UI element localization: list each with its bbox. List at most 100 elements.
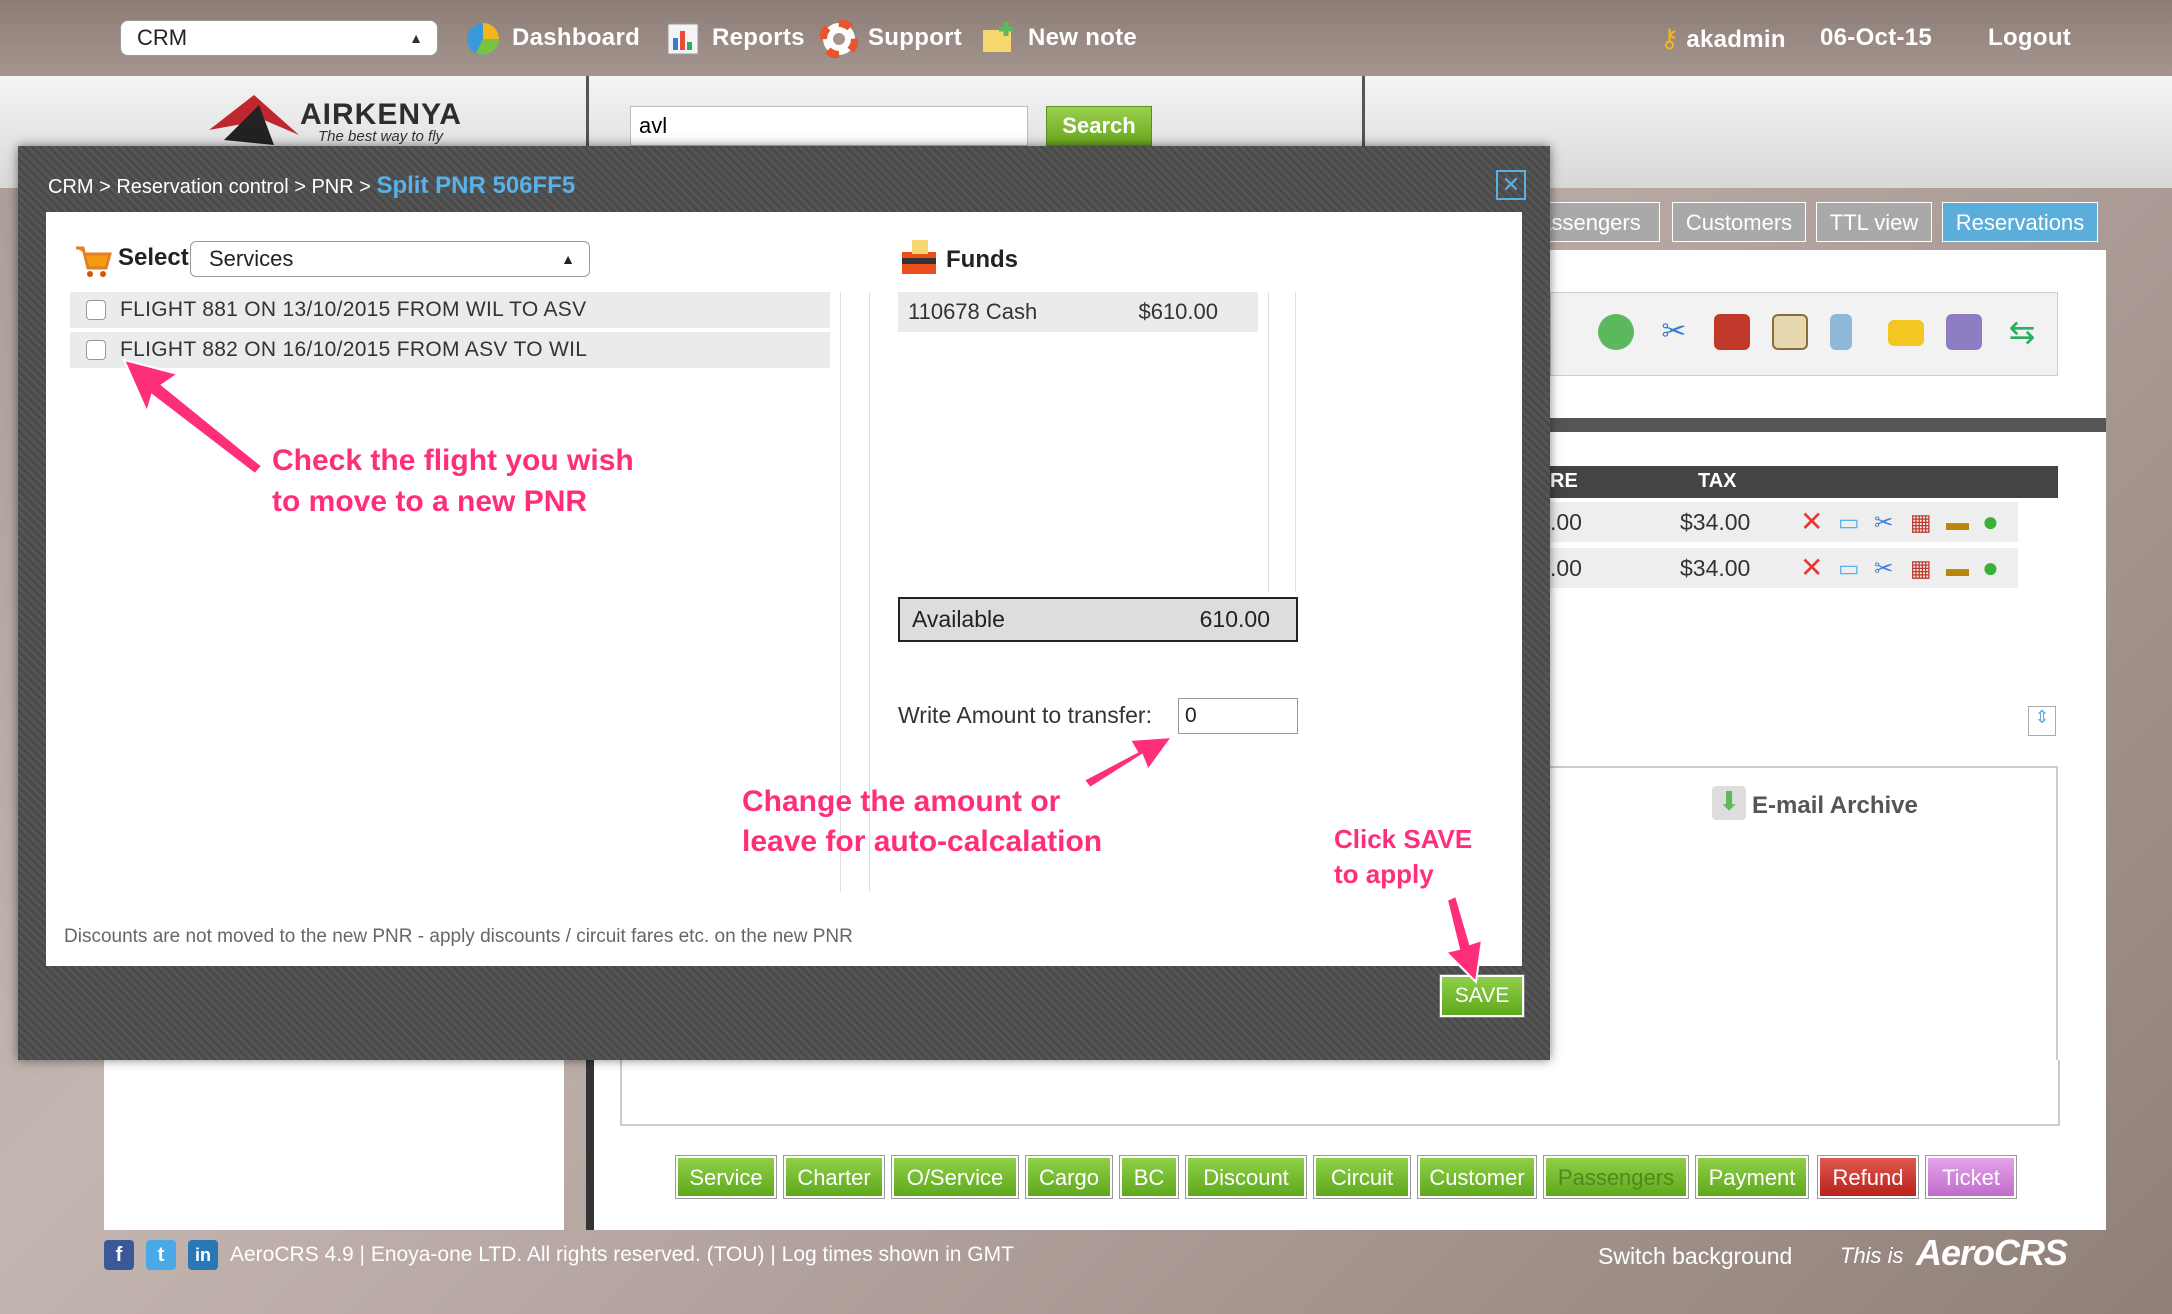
airline-logo-icon	[209, 95, 299, 145]
nav-new-note[interactable]: New note	[980, 18, 1137, 58]
key-icon: ⚷	[1660, 23, 1680, 53]
twitter-icon[interactable]: t	[146, 1240, 176, 1270]
bc-button[interactable]: BC	[1120, 1156, 1178, 1198]
scissors-icon[interactable]: ✂	[1656, 314, 1692, 350]
flight-checkbox[interactable]	[86, 300, 106, 320]
switch-background-link[interactable]: Switch background	[1598, 1243, 1792, 1270]
nav-reports[interactable]: Reports	[664, 18, 805, 58]
annotation-change-amount: Change the amount or leave for auto-calc…	[742, 782, 1222, 862]
logout-link[interactable]: Logout	[1988, 18, 2071, 58]
nav-dashboard-label: Dashboard	[512, 24, 641, 51]
lock-icon[interactable]	[1714, 314, 1750, 350]
tab-reservations[interactable]: Reservations	[1942, 202, 2098, 242]
flight-label: FLIGHT 881 ON 13/10/2015 FROM WIL TO ASV	[120, 298, 587, 321]
tab-ttl-view[interactable]: TTL view	[1816, 202, 1932, 242]
cargo-button[interactable]: Cargo	[1026, 1156, 1112, 1198]
refund-button[interactable]: Refund	[1818, 1156, 1918, 1198]
charter-button[interactable]: Charter	[784, 1156, 884, 1198]
payment-button[interactable]: Payment	[1696, 1156, 1808, 1198]
refresh-icon[interactable]: ⇆	[2004, 314, 2040, 350]
status-dot-icon: ●	[1982, 506, 1999, 537]
search-button[interactable]: Search	[1046, 106, 1152, 146]
phone-icon[interactable]	[1830, 314, 1852, 350]
funds-row: 110678 Cash $610.00	[898, 292, 1258, 332]
recycle-icon[interactable]	[1598, 314, 1634, 350]
comment-icon[interactable]: ▭	[1838, 502, 1860, 542]
delete-icon[interactable]: ✕	[1800, 548, 1823, 588]
amount-input[interactable]: 0	[1178, 698, 1298, 734]
available-value: 610.00	[1199, 606, 1270, 632]
comment-icon[interactable]: ▭	[1838, 548, 1860, 588]
pie-chart-icon	[467, 22, 499, 55]
annotation-line: Click SAVE	[1334, 824, 1473, 854]
tab-customers[interactable]: Customers	[1672, 202, 1806, 242]
search-input[interactable]: avl	[630, 106, 1028, 146]
annotation-line: Check the flight you wish	[272, 444, 634, 477]
wallet-icon	[902, 240, 936, 274]
scissors-icon[interactable]: ✂	[1874, 548, 1893, 588]
oservice-button[interactable]: O/Service	[892, 1156, 1018, 1198]
panel-divider	[586, 1060, 594, 1230]
logo-tagline: The best way to fly	[318, 128, 444, 145]
nav-reports-label: Reports	[712, 24, 805, 51]
available-label: Available	[912, 606, 1005, 632]
tax-cell: $34.00	[1680, 509, 1751, 535]
available-balance: Available 610.00	[898, 597, 1298, 642]
module-select-value: CRM	[137, 25, 188, 50]
calendar-icon[interactable]: ▦	[1910, 548, 1932, 588]
center-panel-frame	[620, 1060, 2060, 1126]
table-header: RE TAX	[1540, 466, 2058, 498]
ticket-button[interactable]: Ticket	[1926, 1156, 2016, 1198]
note-icon	[983, 21, 1013, 52]
delete-icon[interactable]: ✕	[1800, 502, 1823, 542]
bar-chart-icon	[667, 23, 699, 55]
lifebuoy-icon	[820, 19, 858, 58]
flight-checkbox[interactable]	[86, 340, 106, 360]
breadcrumb-current: Split PNR 506FF5	[376, 172, 576, 199]
nav-dashboard[interactable]: Dashboard	[464, 18, 640, 58]
passengers-button[interactable]: Passengers	[1544, 1156, 1688, 1198]
select-arrows-icon: ▲	[561, 251, 575, 267]
circuit-button[interactable]: Circuit	[1314, 1156, 1410, 1198]
services-select-value: Services	[209, 246, 294, 271]
envelope-icon[interactable]	[1888, 320, 1924, 346]
funds-title: Funds	[946, 246, 1018, 273]
module-select[interactable]: CRM ▲	[120, 20, 438, 56]
bed-icon[interactable]: ▬	[1946, 502, 1969, 542]
fund-name: 110678 Cash	[908, 299, 1038, 324]
email-download-icon: ⬇	[1712, 786, 1746, 820]
clipboard-icon[interactable]	[1772, 314, 1808, 350]
save-button[interactable]: SAVE	[1440, 975, 1524, 1017]
service-button[interactable]: Service	[676, 1156, 776, 1198]
flight-row[interactable]: FLIGHT 882 ON 16/10/2015 FROM ASV TO WIL	[70, 332, 830, 368]
discount-note: Discounts are not moved to the new PNR -…	[64, 926, 853, 947]
calendar-icon[interactable]: ▦	[1910, 502, 1932, 542]
nav-support[interactable]: Support	[820, 18, 962, 58]
printer-icon[interactable]	[1946, 314, 1982, 350]
linkedin-icon[interactable]: in	[188, 1240, 218, 1270]
annotation-line: to move to a new PNR	[272, 485, 588, 518]
close-icon[interactable]: ✕	[1496, 170, 1526, 200]
scroll-toggle-icon[interactable]: ⇕	[2028, 706, 2056, 736]
footer-text: AeroCRS 4.9 | Enoya-one LTD. All rights …	[230, 1243, 1014, 1266]
user-menu[interactable]: ⚷ akadmin	[1660, 18, 1786, 58]
fare-cell: .00	[1550, 509, 1582, 535]
column-separator	[1268, 292, 1296, 592]
flight-row[interactable]: FLIGHT 881 ON 13/10/2015 FROM WIL TO ASV	[70, 292, 830, 328]
fund-amount: $610.00	[1138, 299, 1218, 324]
annotation-line: Change the amount or	[742, 785, 1061, 818]
facebook-icon[interactable]: f	[104, 1240, 134, 1270]
current-date: 06-Oct-15	[1820, 24, 1933, 51]
left-panel	[104, 1060, 564, 1230]
email-archive-title: E-mail Archive	[1752, 792, 1918, 819]
scissors-icon[interactable]: ✂	[1874, 502, 1893, 542]
customer-button[interactable]: Customer	[1418, 1156, 1536, 1198]
cart-icon	[76, 246, 112, 277]
discount-button[interactable]: Discount	[1186, 1156, 1306, 1198]
select-label: Select	[118, 244, 189, 271]
annotation-line: to apply	[1334, 859, 1434, 889]
annotation-check-flight: Check the flight you wish to move to a n…	[272, 440, 772, 522]
services-select[interactable]: Services ▲	[190, 241, 590, 277]
bed-icon[interactable]: ▬	[1946, 548, 1969, 588]
logo-text: AIRKENYA	[300, 98, 462, 131]
